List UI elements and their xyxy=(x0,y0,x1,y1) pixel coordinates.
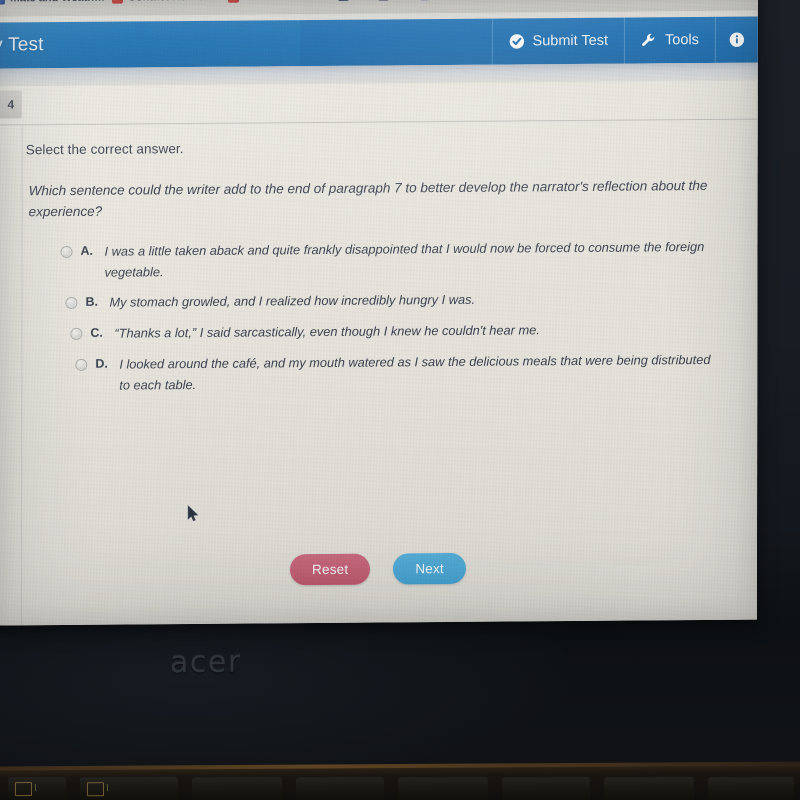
answer-options-list: A. I was a little taken aback and quite … xyxy=(0,237,758,392)
radio-button-a[interactable] xyxy=(60,245,73,259)
tools-label: Tools xyxy=(665,32,699,49)
acer-brand-logo: acer xyxy=(170,644,242,681)
keyboard-key[interactable] xyxy=(397,776,489,800)
option-letter-a: A. xyxy=(80,243,94,258)
browser-bookmarks-bar: mate and Weath… Contact Hours Learner Ho… xyxy=(0,0,758,17)
action-button-row: Reset Next xyxy=(0,551,757,588)
question-text: Which sentence could the writer add to t… xyxy=(28,177,708,220)
answer-option-a[interactable]: A. I was a little taken aback and quite … xyxy=(60,237,732,284)
blue-favicon-icon xyxy=(227,0,239,3)
mouse-pointer-icon xyxy=(187,504,199,522)
keyboard-key[interactable] xyxy=(295,776,385,800)
option-letter-d: D. xyxy=(95,356,108,371)
answer-option-d[interactable]: D. I looked around the café, and my mout… xyxy=(75,350,723,397)
dark-favicon-icon xyxy=(377,0,389,1)
option-letter-b: B. xyxy=(85,294,98,309)
submit-test-button[interactable]: Submit Test xyxy=(491,17,625,65)
answer-option-b[interactable]: B. My stomach growled, and I realized ho… xyxy=(65,288,725,314)
bookmark-label: mate and Weath… xyxy=(10,0,105,4)
laptop-screen: mate and Weath… Contact Hours Learner Ho… xyxy=(0,0,758,627)
bookmark-item[interactable]: mate and Weath… xyxy=(0,0,105,5)
header-actions: Submit Test Tools xyxy=(491,16,758,65)
keyboard-key[interactable] xyxy=(79,776,179,800)
bookmark-item[interactable]: Learner Home xyxy=(227,0,318,3)
function-key-glyph-icon xyxy=(86,782,105,797)
navy-favicon-icon xyxy=(337,0,349,1)
next-button[interactable]: Next xyxy=(393,552,466,585)
question-number: 4 xyxy=(7,97,15,112)
bookmark-item[interactable]: Contact Hours xyxy=(111,0,204,4)
answer-option-c[interactable]: C. “Thanks a lot,” I said sarcastically,… xyxy=(70,319,725,345)
tools-button[interactable]: Tools xyxy=(623,16,715,64)
bookmark-label: Learner Home xyxy=(244,0,318,3)
submit-test-label: Submit Test xyxy=(532,32,609,50)
option-text-a: I was a little taken aback and quite fra… xyxy=(104,238,705,280)
option-text-d: I looked around the café, and my mouth w… xyxy=(119,351,711,393)
left-margin-rule xyxy=(20,125,23,626)
test-content-area: 4 Select the correct answer. Which sente… xyxy=(0,80,758,626)
option-text-c: “Thanks a lot,” I said sarcastically, ev… xyxy=(114,322,540,341)
option-text-b: My stomach growled, and I realized how i… xyxy=(109,291,476,310)
keyboard-key[interactable] xyxy=(7,776,67,800)
bookmark-item[interactable] xyxy=(337,0,354,1)
check-circle-icon xyxy=(509,33,525,49)
option-letter-c: C. xyxy=(90,325,103,340)
question-number-tab[interactable]: 4 xyxy=(0,90,22,119)
keyboard-key[interactable] xyxy=(501,776,591,800)
bookmark-item[interactable] xyxy=(377,0,394,1)
page-title: ery Test xyxy=(0,34,44,56)
bookmark-label: Contact Hours xyxy=(128,0,204,4)
keyboard-key[interactable] xyxy=(191,776,283,800)
radio-button-b[interactable] xyxy=(65,296,78,310)
function-key-glyph-icon xyxy=(14,782,33,797)
question-tabbar: 4 xyxy=(0,81,758,125)
radio-button-c[interactable] xyxy=(70,327,83,340)
reset-button[interactable]: Reset xyxy=(290,553,371,586)
wrench-icon xyxy=(641,32,657,48)
app-header: ery Test Submit Test Tools xyxy=(0,16,758,69)
globe-favicon-icon xyxy=(0,0,5,5)
keyboard-key[interactable] xyxy=(707,776,795,800)
red-favicon-icon xyxy=(111,0,123,4)
info-circle-icon xyxy=(729,32,745,48)
info-button[interactable] xyxy=(714,16,758,63)
radio-button-d[interactable] xyxy=(75,358,88,371)
instruction-text: Select the correct answer. xyxy=(25,141,184,158)
laptop-photo: acer mate and Weath… Contact Hours Learn… xyxy=(0,0,800,800)
keyboard-key[interactable] xyxy=(603,776,695,800)
